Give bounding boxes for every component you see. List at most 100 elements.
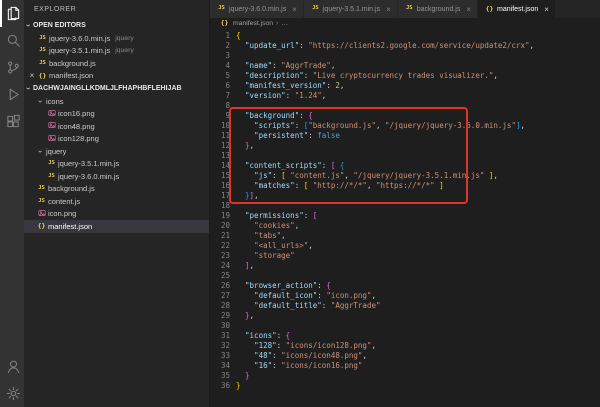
code-line[interactable]: "description": "Live cryptocurrency trad…: [236, 71, 534, 81]
root-folder-label: DACHWJAINGLLKDMLJLFHAPHBFLEHIJAB: [33, 85, 182, 92]
open-editor-item[interactable]: JSjquery-3.6.0.min.jsjquery: [24, 32, 209, 45]
line-number: 22: [210, 241, 230, 251]
code-line[interactable]: [236, 151, 534, 161]
source-control-icon[interactable]: [0, 54, 24, 81]
code-line[interactable]: "content_scripts": [ {: [236, 161, 534, 171]
line-number: 19: [210, 211, 230, 221]
tree-item-content.js[interactable]: JScontent.js: [24, 195, 209, 208]
code-line[interactable]: "cookies",: [236, 221, 534, 231]
activity-bar-top: [0, 0, 24, 135]
tab-manifest.json[interactable]: {}manifest.json×: [478, 0, 556, 18]
file-label: icons: [46, 97, 64, 106]
code-area[interactable]: 1234567891011121314151617181920212223242…: [210, 29, 600, 407]
editor-group: JSjquery-3.6.0.min.js×JSjquery-3.5.1.min…: [210, 0, 600, 407]
open-editor-item[interactable]: ×{}manifest.json: [24, 70, 209, 83]
search-icon[interactable]: [0, 27, 24, 54]
explorer-icon[interactable]: [0, 0, 24, 27]
close-icon[interactable]: ×: [292, 5, 297, 14]
code-line[interactable]: "storage": [236, 251, 534, 261]
file-label: jquery-3.5.1.min.js: [49, 46, 110, 55]
tree-item-jquery-3.6.0.min.js[interactable]: JSjquery-3.6.0.min.js: [24, 170, 209, 183]
code-line[interactable]: [236, 101, 534, 111]
code-line[interactable]: "update_url": "https://clients2.google.c…: [236, 41, 534, 51]
code-line[interactable]: "matches": [ "http://*/*", "https://*/*"…: [236, 181, 534, 191]
code-line[interactable]: },: [236, 141, 534, 151]
code-line[interactable]: }: [236, 381, 534, 391]
tree-item-background.js[interactable]: JSbackground.js: [24, 183, 209, 196]
tree-item-jquery-3.5.1.min.js[interactable]: JSjquery-3.5.1.min.js: [24, 158, 209, 171]
code-line[interactable]: "manifest_version": 2,: [236, 81, 534, 91]
open-editor-item[interactable]: JSjquery-3.5.1.min.jsjquery: [24, 45, 209, 58]
run-and-debug-icon[interactable]: [0, 81, 24, 108]
code-line[interactable]: [236, 321, 534, 331]
code-line[interactable]: [236, 201, 534, 211]
code-line[interactable]: "background": {: [236, 111, 534, 121]
line-number: 13: [210, 151, 230, 161]
activity-bar-bottom: [0, 353, 24, 407]
code-line[interactable]: "tabs",: [236, 231, 534, 241]
js-file-icon: JS: [46, 174, 57, 180]
code-line[interactable]: "version": "1.24",: [236, 91, 534, 101]
code-line[interactable]: [236, 51, 534, 61]
close-icon[interactable]: ×: [27, 71, 37, 80]
settings-icon[interactable]: [0, 380, 24, 407]
code-line[interactable]: },: [236, 311, 534, 321]
code-line[interactable]: "persistent": false: [236, 131, 534, 141]
root-folder-header[interactable]: › DACHWJAINGLLKDMLJLFHAPHBFLEHIJAB: [24, 82, 209, 95]
file-label: jquery-3.5.1.min.js: [58, 159, 119, 168]
code-line[interactable]: }: [236, 371, 534, 381]
line-number: 35: [210, 371, 230, 381]
code-line[interactable]: "js": [ "content.js", "/jquery/jquery-3.…: [236, 171, 534, 181]
close-icon[interactable]: ×: [466, 5, 471, 14]
tree-item-manifest.json[interactable]: {}manifest.json: [24, 220, 209, 233]
chevron-down-icon: ›: [36, 97, 45, 106]
code-line[interactable]: "browser_action": {: [236, 281, 534, 291]
js-file-icon: JS: [404, 6, 415, 12]
img-file-icon: [46, 134, 57, 145]
code-line[interactable]: "default_icon": "icon.png",: [236, 291, 534, 301]
tree-item-icon16.png[interactable]: icon16.png: [24, 108, 209, 121]
code-line[interactable]: "scripts": ["background.js", "/jquery/jq…: [236, 121, 534, 131]
open-editor-item[interactable]: JSbackground.js: [24, 57, 209, 70]
tree-item-icon128.png[interactable]: icon128.png: [24, 133, 209, 146]
tree-folder-jquery[interactable]: ›jquery: [24, 145, 209, 158]
line-number: 26: [210, 281, 230, 291]
extensions-icon[interactable]: [0, 108, 24, 135]
file-label: manifest.json: [48, 222, 92, 231]
close-icon[interactable]: ×: [544, 5, 549, 14]
open-editors-list: JSjquery-3.6.0.min.jsjqueryJSjquery-3.5.…: [24, 32, 209, 82]
breadcrumb-item-file[interactable]: manifest.json: [233, 20, 273, 27]
code-line[interactable]: {: [236, 31, 534, 41]
breadcrumb-overflow[interactable]: …: [281, 20, 288, 27]
code-line[interactable]: "default_title": "AggrTrade": [236, 301, 534, 311]
line-number: 32: [210, 341, 230, 351]
tree-item-icon.png[interactable]: icon.png: [24, 208, 209, 221]
account-icon[interactable]: [0, 353, 24, 380]
tree-item-icon48.png[interactable]: icon48.png: [24, 120, 209, 133]
code-line[interactable]: "icons": {: [236, 331, 534, 341]
tab-jquery-3.6.0.min.js[interactable]: JSjquery-3.6.0.min.js×: [210, 0, 304, 18]
code-line[interactable]: "48": "icons/icon48.png",: [236, 351, 534, 361]
breadcrumb: {} manifest.json › …: [210, 18, 600, 29]
open-editors-header[interactable]: › OPEN EDITORS: [24, 19, 209, 32]
tab-background.js[interactable]: JSbackground.js×: [398, 0, 478, 18]
code-line[interactable]: "<all_urls>",: [236, 241, 534, 251]
file-tree: ›iconsicon16.pngicon48.pngicon128.png›jq…: [24, 95, 209, 233]
code-line[interactable]: "permissions": [: [236, 211, 534, 221]
tab-label: manifest.json: [497, 6, 538, 13]
code-line[interactable]: [236, 271, 534, 281]
code-line[interactable]: "16": "icons/icon16.png": [236, 361, 534, 371]
line-number: 7: [210, 91, 230, 101]
code-line[interactable]: }],: [236, 191, 534, 201]
line-number: 20: [210, 221, 230, 231]
close-icon[interactable]: ×: [386, 5, 391, 14]
code-line[interactable]: ],: [236, 261, 534, 271]
line-number: 18: [210, 201, 230, 211]
line-number: 16: [210, 181, 230, 191]
code-line[interactable]: "128": "icons/icon128.png",: [236, 341, 534, 351]
code-line[interactable]: "name": "AggrTrade",: [236, 61, 534, 71]
tree-folder-icons[interactable]: ›icons: [24, 95, 209, 108]
file-label: icon.png: [48, 209, 76, 218]
tab-jquery-3.5.1.min.js[interactable]: JSjquery-3.5.1.min.js×: [304, 0, 398, 18]
line-number: 15: [210, 171, 230, 181]
